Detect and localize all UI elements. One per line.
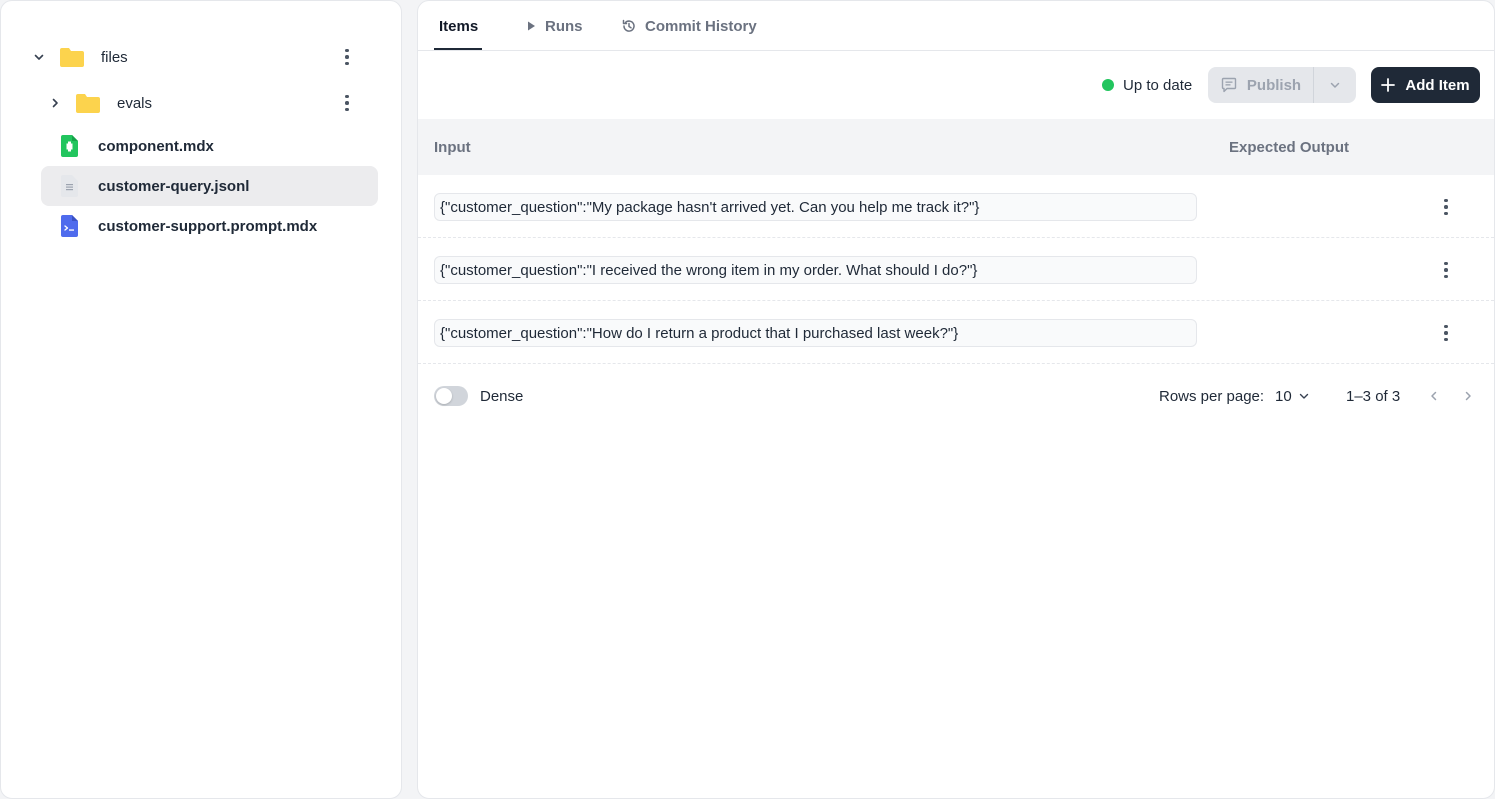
tree-item-component-mdx[interactable]: component.mdx (41, 126, 377, 166)
history-icon (621, 18, 637, 34)
tree-item-label: component.mdx (98, 137, 214, 155)
tree-item-label: customer-support.prompt.mdx (98, 217, 318, 235)
add-item-button[interactable]: Add Item (1371, 67, 1480, 103)
expected-output-cell[interactable] (1229, 319, 1409, 347)
status-label: Up to date (1123, 76, 1193, 94)
folder-icon (75, 92, 101, 114)
status-dot-icon (1102, 79, 1114, 91)
previous-page-button[interactable] (1424, 386, 1444, 406)
file-sidebar: files evals component.mdx customer-query… (0, 0, 402, 799)
chevron-down-icon (1298, 390, 1310, 402)
expected-output-cell[interactable] (1229, 193, 1409, 221)
table-row: {"customer_question":"How do I return a … (418, 301, 1494, 364)
chevron-right-icon (1462, 390, 1474, 402)
tab-bar: Items Runs Commit History (418, 1, 1494, 51)
tab-label: Runs (545, 17, 583, 35)
tab-label: Commit History (645, 17, 757, 35)
tab-label: Items (439, 17, 479, 35)
input-cell[interactable]: {"customer_question":"I received the wro… (434, 256, 1197, 284)
dense-toggle[interactable] (434, 386, 468, 406)
files-more-options-icon[interactable] (337, 45, 357, 69)
rows-per-page-label: Rows per page: (1159, 387, 1265, 405)
tree-item-evals-folder[interactable]: evals (45, 83, 365, 123)
dataset-panel: Items Runs Commit History Up to date Pub… (417, 0, 1495, 799)
jsonl-file-icon (59, 175, 79, 197)
plus-icon (1381, 78, 1396, 92)
tree-item-customer-support-prompt[interactable]: customer-support.prompt.mdx (41, 206, 377, 246)
dense-label: Dense (480, 387, 524, 405)
next-page-button[interactable] (1458, 386, 1478, 406)
sync-status: Up to date (1102, 73, 1192, 97)
table-row: {"customer_question":"I received the wro… (418, 238, 1494, 301)
table-header: Input Expected Output (418, 119, 1494, 175)
folder-icon (59, 46, 85, 68)
tab-commit-history[interactable]: Commit History (621, 1, 757, 51)
prompt-file-icon (59, 215, 79, 237)
toggle-knob (436, 388, 452, 404)
input-cell[interactable]: {"customer_question":"How do I return a … (434, 319, 1197, 347)
evals-more-options-icon[interactable] (337, 91, 357, 115)
component-file-icon (59, 135, 79, 157)
tab-items[interactable]: Items (439, 1, 478, 51)
tree-item-customer-query-jsonl[interactable]: customer-query.jsonl (41, 166, 378, 206)
publish-label: Publish (1246, 76, 1302, 94)
tab-runs[interactable]: Runs (525, 1, 583, 51)
chevron-down-icon (1329, 79, 1341, 91)
play-icon (525, 20, 537, 32)
active-tab-indicator (434, 48, 482, 50)
publish-options-button[interactable] (1314, 67, 1356, 103)
row-more-options-icon[interactable] (1436, 321, 1456, 345)
input-cell[interactable]: {"customer_question":"My package hasn't … (434, 193, 1197, 221)
tree-item-label: files (101, 48, 128, 66)
tree-item-label: customer-query.jsonl (98, 177, 250, 195)
chevron-right-icon[interactable] (47, 95, 63, 111)
chevron-down-icon[interactable] (31, 49, 47, 65)
column-header-expected-output: Expected Output (1229, 138, 1350, 156)
expected-output-cell[interactable] (1229, 256, 1409, 284)
chevron-left-icon (1428, 390, 1440, 402)
column-header-input: Input (434, 138, 471, 156)
pagination-range: 1–3 of 3 (1346, 387, 1401, 405)
table-row: {"customer_question":"My package hasn't … (418, 175, 1494, 238)
add-item-label: Add Item (1405, 76, 1470, 94)
comment-icon (1220, 76, 1238, 94)
row-more-options-icon[interactable] (1436, 258, 1456, 282)
row-more-options-icon[interactable] (1436, 195, 1456, 219)
publish-button[interactable]: Publish (1208, 67, 1314, 103)
tree-item-label: evals (117, 94, 153, 112)
publish-button-group: Publish (1208, 67, 1356, 103)
rows-per-page-value: 10 (1275, 387, 1292, 405)
tree-item-files-folder[interactable]: files (29, 37, 369, 77)
rows-per-page-select[interactable]: 10 (1275, 385, 1310, 407)
